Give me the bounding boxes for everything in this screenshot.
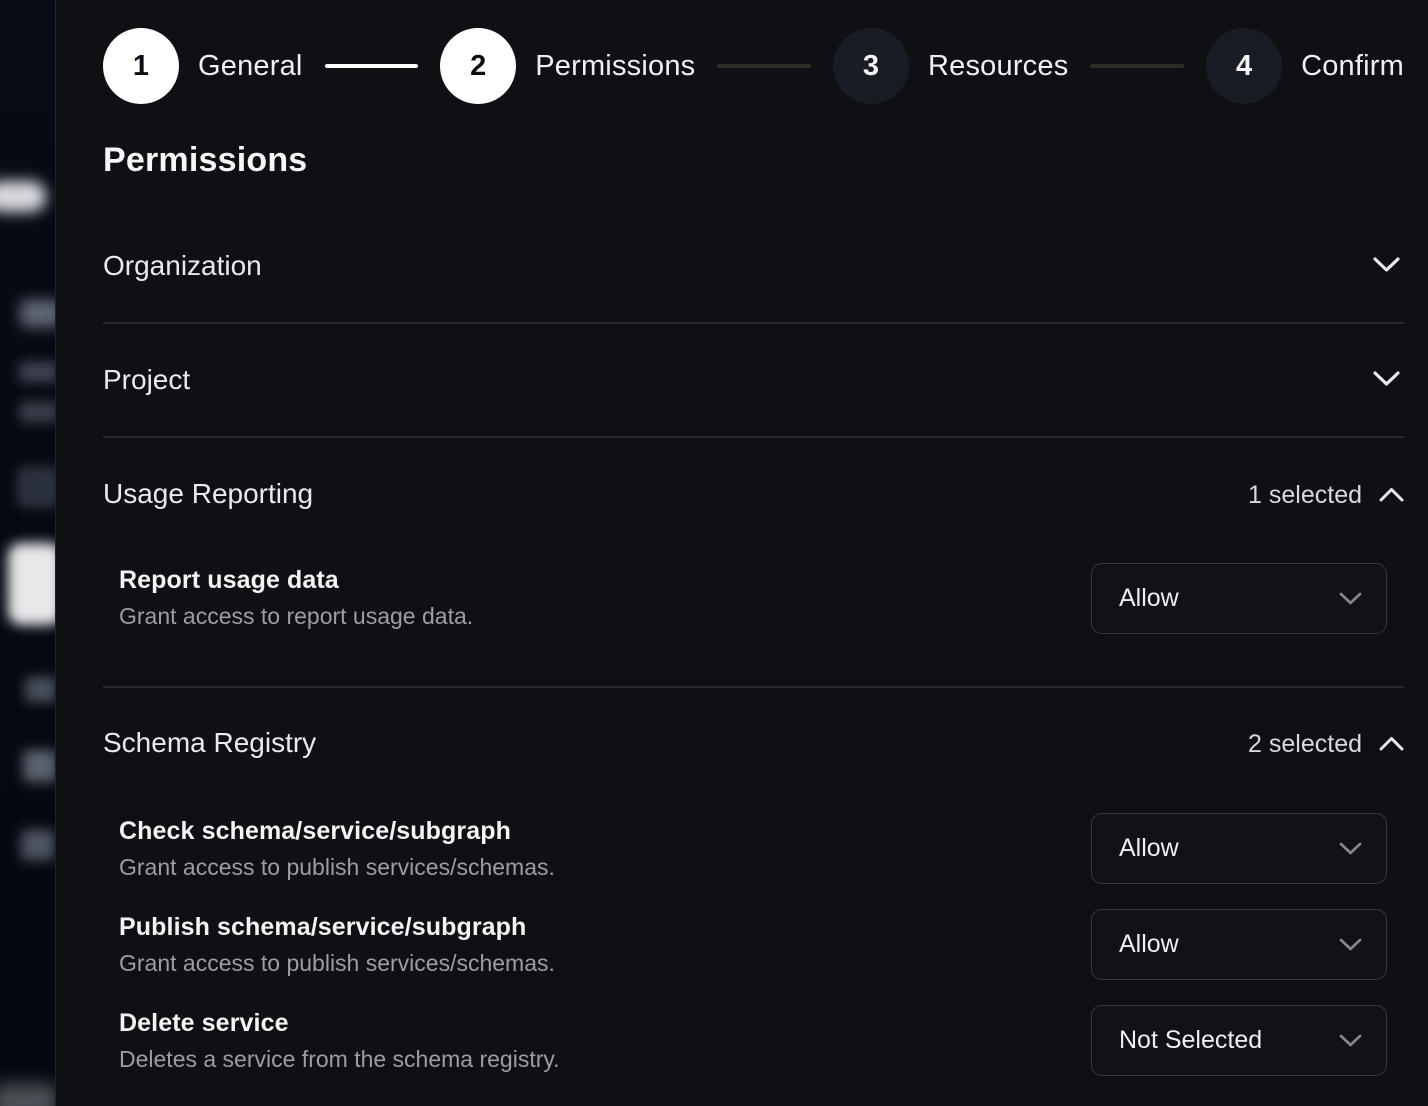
section-toggle-schema-registry[interactable]: 2 selected <box>1248 730 1404 759</box>
blurred-background-sidebar <box>0 0 55 1106</box>
selected-count-badge: 2 selected <box>1248 730 1362 759</box>
blurred-nav-text <box>19 362 55 382</box>
chevron-up-icon <box>1379 736 1404 756</box>
permission-title: Report usage data <box>119 566 339 595</box>
step-number-badge: 4 <box>1206 28 1282 104</box>
blurred-footer-item <box>0 1084 55 1106</box>
chevron-up-icon <box>1379 487 1404 507</box>
permission-description: Grant access to report usage data. <box>119 603 473 630</box>
permission-title: Publish schema/service/subgraph <box>119 913 526 942</box>
select-value: Allow <box>1119 834 1179 863</box>
section-header-schema-registry[interactable]: Schema Registry <box>103 727 316 759</box>
permission-description: Deletes a service from the schema regist… <box>119 1046 560 1073</box>
permission-description: Grant access to publish services/schemas… <box>119 854 555 881</box>
permission-select-delete-service[interactable]: Not Selected <box>1091 1005 1387 1076</box>
select-value: Allow <box>1119 584 1179 613</box>
step-number-badge: 1 <box>103 28 179 104</box>
step-label: Permissions <box>535 50 695 83</box>
chevron-down-icon[interactable] <box>1373 371 1400 392</box>
step-label: General <box>198 50 303 83</box>
divider <box>103 436 1404 438</box>
step-connector <box>325 64 419 68</box>
step-number-badge: 3 <box>833 28 909 104</box>
select-value: Allow <box>1119 930 1179 959</box>
section-header-organization[interactable]: Organization <box>103 250 262 282</box>
page-title: Permissions <box>103 141 307 180</box>
section-header-project[interactable]: Project <box>103 364 190 396</box>
divider <box>103 322 1404 324</box>
wizard-step-resources[interactable]: 3 Resources <box>833 28 1068 104</box>
chevron-down-icon <box>1339 842 1362 860</box>
chevron-down-icon[interactable] <box>1373 257 1400 278</box>
permission-title: Check schema/service/subgraph <box>119 817 511 846</box>
blurred-badge <box>0 181 46 212</box>
blurred-nav-text <box>20 300 55 327</box>
wizard-stepper: 1 General 2 Permissions 3 Resources 4 Co… <box>103 28 1404 104</box>
permission-select-check-schema[interactable]: Allow <box>1091 813 1387 884</box>
step-label: Confirm <box>1301 50 1404 83</box>
blurred-nav-text <box>21 830 55 860</box>
step-connector <box>1090 64 1184 68</box>
selected-count-badge: 1 selected <box>1248 481 1362 510</box>
chevron-down-icon <box>1339 938 1362 956</box>
blurred-icon-tile <box>17 466 55 508</box>
select-value: Not Selected <box>1119 1026 1262 1055</box>
permission-select-publish-schema[interactable]: Allow <box>1091 909 1387 980</box>
permission-description: Grant access to publish services/schemas… <box>119 950 555 977</box>
step-number-badge: 2 <box>440 28 516 104</box>
blurred-nav-text <box>25 677 55 702</box>
create-access-token-panel: 1 General 2 Permissions 3 Resources 4 Co… <box>55 0 1428 1106</box>
wizard-step-confirm[interactable]: 4 Confirm <box>1206 28 1404 104</box>
step-label: Resources <box>928 50 1068 83</box>
blurred-nav-text <box>19 402 55 422</box>
chevron-down-icon <box>1339 592 1362 610</box>
wizard-step-general[interactable]: 1 General <box>103 28 303 104</box>
wizard-step-permissions[interactable]: 2 Permissions <box>440 28 695 104</box>
chevron-down-icon <box>1339 1034 1362 1052</box>
section-header-usage-reporting[interactable]: Usage Reporting <box>103 478 313 510</box>
permission-title: Delete service <box>119 1009 289 1038</box>
divider <box>103 686 1404 688</box>
step-connector <box>717 64 811 68</box>
permission-select-report-usage-data[interactable]: Allow <box>1091 563 1387 634</box>
blurred-avatar-tile <box>8 543 55 625</box>
blurred-nav-text <box>23 750 55 782</box>
section-toggle-usage-reporting[interactable]: 1 selected <box>1248 481 1404 510</box>
